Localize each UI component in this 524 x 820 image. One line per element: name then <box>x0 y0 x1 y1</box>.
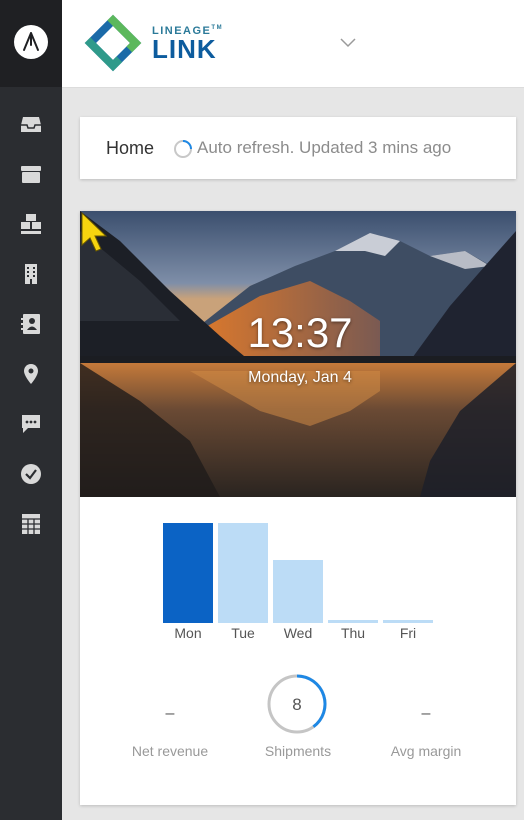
sidebar <box>0 0 62 820</box>
avg-margin-value: – <box>421 705 431 722</box>
location-pin-icon <box>24 364 38 384</box>
dashboard-card: 13:37 Monday, Jan 4 Mon Tue Wed Thu Fri – Ne… <box>80 211 516 805</box>
bar-label-wed: Wed <box>283 625 313 641</box>
bar-wed[interactable] <box>273 560 323 623</box>
sidebar-item-pallets[interactable] <box>0 204 62 244</box>
top-bar: LINEAGETM LINK <box>62 0 524 88</box>
sidebar-item-messages[interactable] <box>0 404 62 444</box>
bar-label-thu: Thu <box>340 625 366 641</box>
bar-label-fri: Fri <box>399 625 417 641</box>
hero-landscape-image: 13:37 Monday, Jan 4 <box>80 211 516 497</box>
brand-link-text: LINK <box>152 34 217 64</box>
net-revenue-label: Net revenue <box>131 743 209 759</box>
sidebar-header <box>0 0 62 87</box>
contacts-icon <box>21 314 40 334</box>
net-revenue-value: – <box>165 705 175 722</box>
bar-mon[interactable] <box>163 523 213 623</box>
sidebar-item-tasks[interactable] <box>0 454 62 494</box>
breadcrumb: Home Auto refresh. Updated 3 mins ago <box>80 117 516 179</box>
sidebar-item-facilities[interactable] <box>0 254 62 294</box>
breadcrumb-home[interactable]: Home <box>106 138 154 159</box>
pallets-icon <box>21 214 41 234</box>
app-logo[interactable] <box>14 25 48 59</box>
sidebar-item-box[interactable] <box>0 154 62 194</box>
refresh-status-text: Auto refresh. Updated 3 mins ago <box>197 138 452 157</box>
building-icon <box>25 264 37 284</box>
shipments-value: 8 <box>292 695 302 714</box>
refresh-spinner-icon <box>174 140 192 158</box>
mouse-cursor-icon <box>81 211 108 252</box>
clock-time: 13:37 <box>247 309 353 356</box>
sidebar-item-reports[interactable] <box>0 504 62 544</box>
clock-date: Monday, Jan 4 <box>248 369 352 386</box>
sidebar-item-locations[interactable] <box>0 354 62 394</box>
inbox-icon <box>21 117 41 132</box>
shipments-label: Shipments <box>264 743 332 759</box>
bar-fri[interactable] <box>383 620 433 623</box>
chevron-down-icon[interactable] <box>340 38 356 48</box>
weekly-bar-chart: Mon Tue Wed Thu Fri <box>80 501 516 651</box>
bar-chart-svg <box>163 523 433 623</box>
box-icon <box>21 166 41 183</box>
spreadsheet-icon <box>22 514 40 534</box>
sidebar-item-inbox[interactable] <box>0 104 62 144</box>
bar-tue[interactable] <box>218 523 268 623</box>
avg-margin-label: Avg margin <box>390 743 462 759</box>
sidebar-item-contacts[interactable] <box>0 304 62 344</box>
check-circle-icon <box>21 464 41 484</box>
bar-label-mon: Mon <box>174 625 202 641</box>
brand-logo-mark <box>82 12 144 79</box>
bar-thu[interactable] <box>328 620 378 623</box>
bar-label-tue: Tue <box>231 625 255 641</box>
chat-icon <box>22 415 40 433</box>
